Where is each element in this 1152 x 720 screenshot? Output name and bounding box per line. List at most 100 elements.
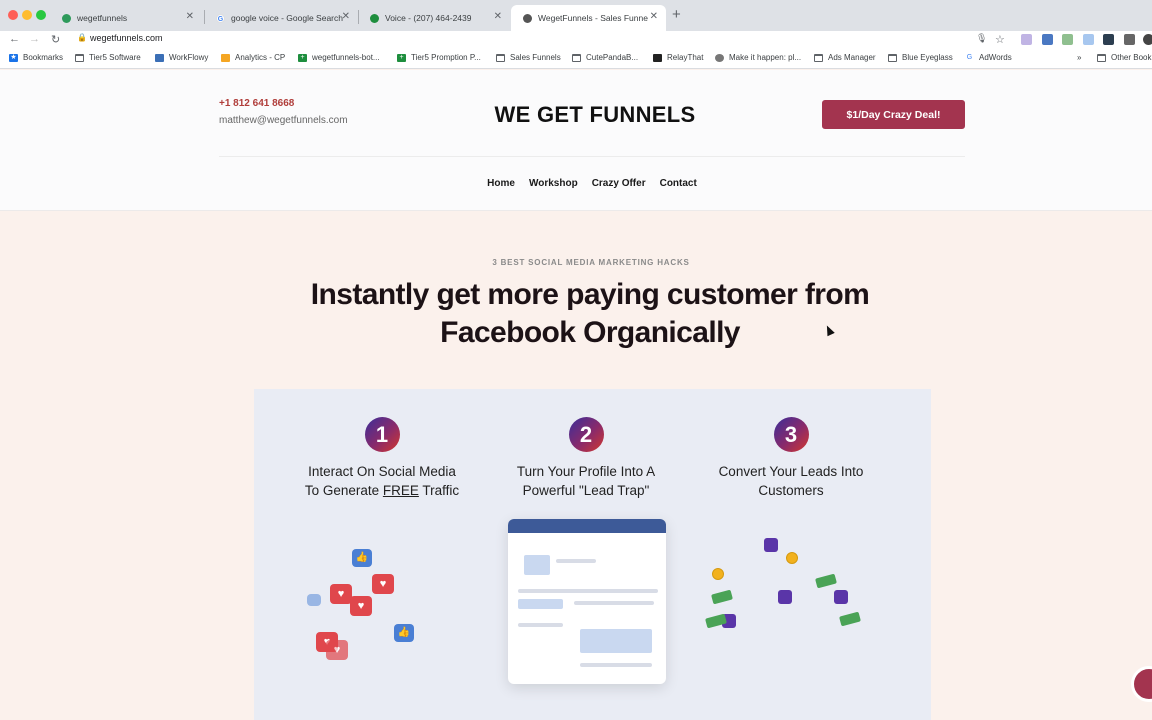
social-reactions-illustration: 👍 ♥ ♥ ♥ ♥ ♥ 👍 <box>304 544 464 674</box>
plus-icon: + <box>298 53 307 62</box>
nav-workshop[interactable]: Workshop <box>529 178 578 189</box>
extension-icon[interactable] <box>1083 34 1094 45</box>
step-card: 2 Turn Your Profile Into A Powerful "Lea… <box>486 417 686 500</box>
crazy-deal-button[interactable]: $1/Day Crazy Deal! <box>822 100 965 129</box>
profile-avatar[interactable] <box>1143 34 1152 45</box>
workflowy-icon <box>155 53 164 62</box>
leads-conversion-illustration <box>704 534 874 674</box>
bookmark-item[interactable]: + Tier5 Promption P... <box>397 53 481 62</box>
tab-title: WegetFunnels - Sales Funne <box>538 13 648 23</box>
extension-icon[interactable] <box>1042 34 1053 45</box>
zoom-window-button[interactable] <box>36 10 46 20</box>
browser-tab[interactable]: G google voice - Google Search ✕ <box>204 5 358 31</box>
headline-line-1: Instantly get more paying customer from <box>310 278 870 311</box>
site-header: +1 812 641 8668 matthew@wegetfunnels.com… <box>0 70 1152 211</box>
user-icon <box>778 590 792 604</box>
bookmark-item[interactable]: Tier5 Software <box>75 53 141 62</box>
hero-headline: Instantly get more paying customer from … <box>0 276 1152 352</box>
close-tab-icon[interactable]: ✕ <box>650 11 658 22</box>
user-icon <box>834 590 848 604</box>
bookmark-item[interactable]: Analytics - CP <box>221 53 285 62</box>
nav-crazy-offer[interactable]: Crazy Offer <box>592 178 646 189</box>
bookmark-item[interactable]: Sales Funnels <box>496 53 561 62</box>
bookmark-item[interactable]: Blue Eyeglass <box>888 53 953 62</box>
mockup-header-bar <box>508 519 666 533</box>
bookmark-item[interactable]: Make it happen: pl... <box>715 53 801 62</box>
bookmark-item[interactable]: CutePandaB... <box>572 53 638 62</box>
extension-icon[interactable] <box>1103 34 1114 45</box>
phone-icon <box>370 13 379 23</box>
thumbs-up-icon: 👍 <box>352 549 372 567</box>
header-divider <box>219 156 965 157</box>
cash-icon <box>839 611 861 627</box>
green-globe-icon <box>62 13 71 23</box>
profile-mockup-illustration <box>508 519 666 684</box>
bookmark-item[interactable]: ★ Bookmarks <box>9 53 63 62</box>
coin-icon <box>712 568 724 580</box>
nav-home[interactable]: Home <box>487 178 515 189</box>
reload-icon[interactable]: ↻ <box>51 33 60 46</box>
step-card: 3 Convert Your Leads Into Customers <box>691 417 891 500</box>
close-window-button[interactable] <box>8 10 18 20</box>
back-arrow-icon[interactable]: ← <box>9 33 20 45</box>
site-icon <box>523 13 532 23</box>
browser-tab[interactable]: wegetfunnels ✕ <box>50 5 202 31</box>
analytics-icon <box>221 53 230 62</box>
bookmarks-overflow[interactable]: » <box>1077 53 1081 62</box>
folder-icon <box>1097 53 1106 62</box>
extension-icon[interactable] <box>1062 34 1073 45</box>
bookmark-item[interactable]: + wegetfunnels-bot... <box>298 53 380 62</box>
cash-icon <box>815 573 837 589</box>
star-icon: ★ <box>9 53 18 62</box>
bookmark-item[interactable]: G AdWords <box>965 53 1012 62</box>
bookmark-item[interactable]: RelayThat <box>653 53 703 62</box>
main-nav: Home Workshop Crazy Offer Contact <box>0 178 1152 189</box>
plus-icon: + <box>397 53 406 62</box>
globe-icon <box>715 53 724 62</box>
thumbs-up-icon: 👍 <box>394 624 414 642</box>
lock-icon[interactable]: 🔒 <box>77 33 87 42</box>
new-tab-button[interactable]: + <box>672 6 681 23</box>
step-number-badge: 1 <box>364 417 400 452</box>
mockup-image <box>580 629 652 653</box>
microphone-icon[interactable]: 🎙 <box>976 33 987 44</box>
forward-arrow-icon[interactable]: → <box>29 33 40 45</box>
step-description: Turn Your Profile Into A Powerful "Lead … <box>516 464 656 498</box>
mockup-line <box>518 589 658 593</box>
heart-icon: ♥ <box>372 574 394 594</box>
tab-title: Voice - (207) 464-2439 <box>385 13 472 23</box>
step-number-badge: 2 <box>568 417 604 452</box>
coin-icon <box>786 552 798 564</box>
extension-icon[interactable] <box>1021 34 1032 45</box>
headline-line-2: Facebook Organically <box>440 316 740 349</box>
google-icon: G <box>965 53 974 62</box>
steps-panel: 1 Interact On Social Media To Generate F… <box>254 389 931 720</box>
step-card: 1 Interact On Social Media To Generate F… <box>282 417 482 500</box>
site-logo[interactable]: WE GET FUNNELS <box>0 102 1152 128</box>
mockup-line <box>518 623 563 627</box>
relay-icon <box>653 53 662 62</box>
puzzle-icon[interactable] <box>1124 34 1135 45</box>
user-icon <box>764 538 778 552</box>
browser-tab[interactable]: Voice - (207) 464-2439 ✕ <box>358 5 510 31</box>
step-number-badge: 3 <box>773 417 809 452</box>
cash-icon <box>711 589 733 605</box>
bookmark-item[interactable]: Ads Manager <box>814 53 876 62</box>
close-tab-icon[interactable]: ✕ <box>186 11 194 22</box>
hero-eyebrow: 3 BEST SOCIAL MEDIA MARKETING HACKS <box>492 258 690 267</box>
bookmark-star-icon[interactable]: ☆ <box>995 33 1005 46</box>
folder-icon <box>496 53 505 62</box>
bookmark-item[interactable]: Other Book <box>1097 53 1151 62</box>
heart-icon: ♥ <box>330 584 352 604</box>
chat-widget-button[interactable] <box>1131 666 1152 702</box>
nav-contact[interactable]: Contact <box>660 178 697 189</box>
close-tab-icon[interactable]: ✕ <box>342 11 350 22</box>
address-bar[interactable]: wegetfunnels.com <box>90 33 163 43</box>
step-description: Convert Your Leads Into Customers <box>718 464 864 498</box>
folder-icon <box>75 53 84 62</box>
close-tab-icon[interactable]: ✕ <box>494 11 502 22</box>
minimize-window-button[interactable] <box>22 10 32 20</box>
browser-tab-active[interactable]: WegetFunnels - Sales Funne ✕ <box>511 5 666 31</box>
folder-icon <box>814 53 823 62</box>
bookmark-item[interactable]: WorkFlowy <box>155 53 208 62</box>
